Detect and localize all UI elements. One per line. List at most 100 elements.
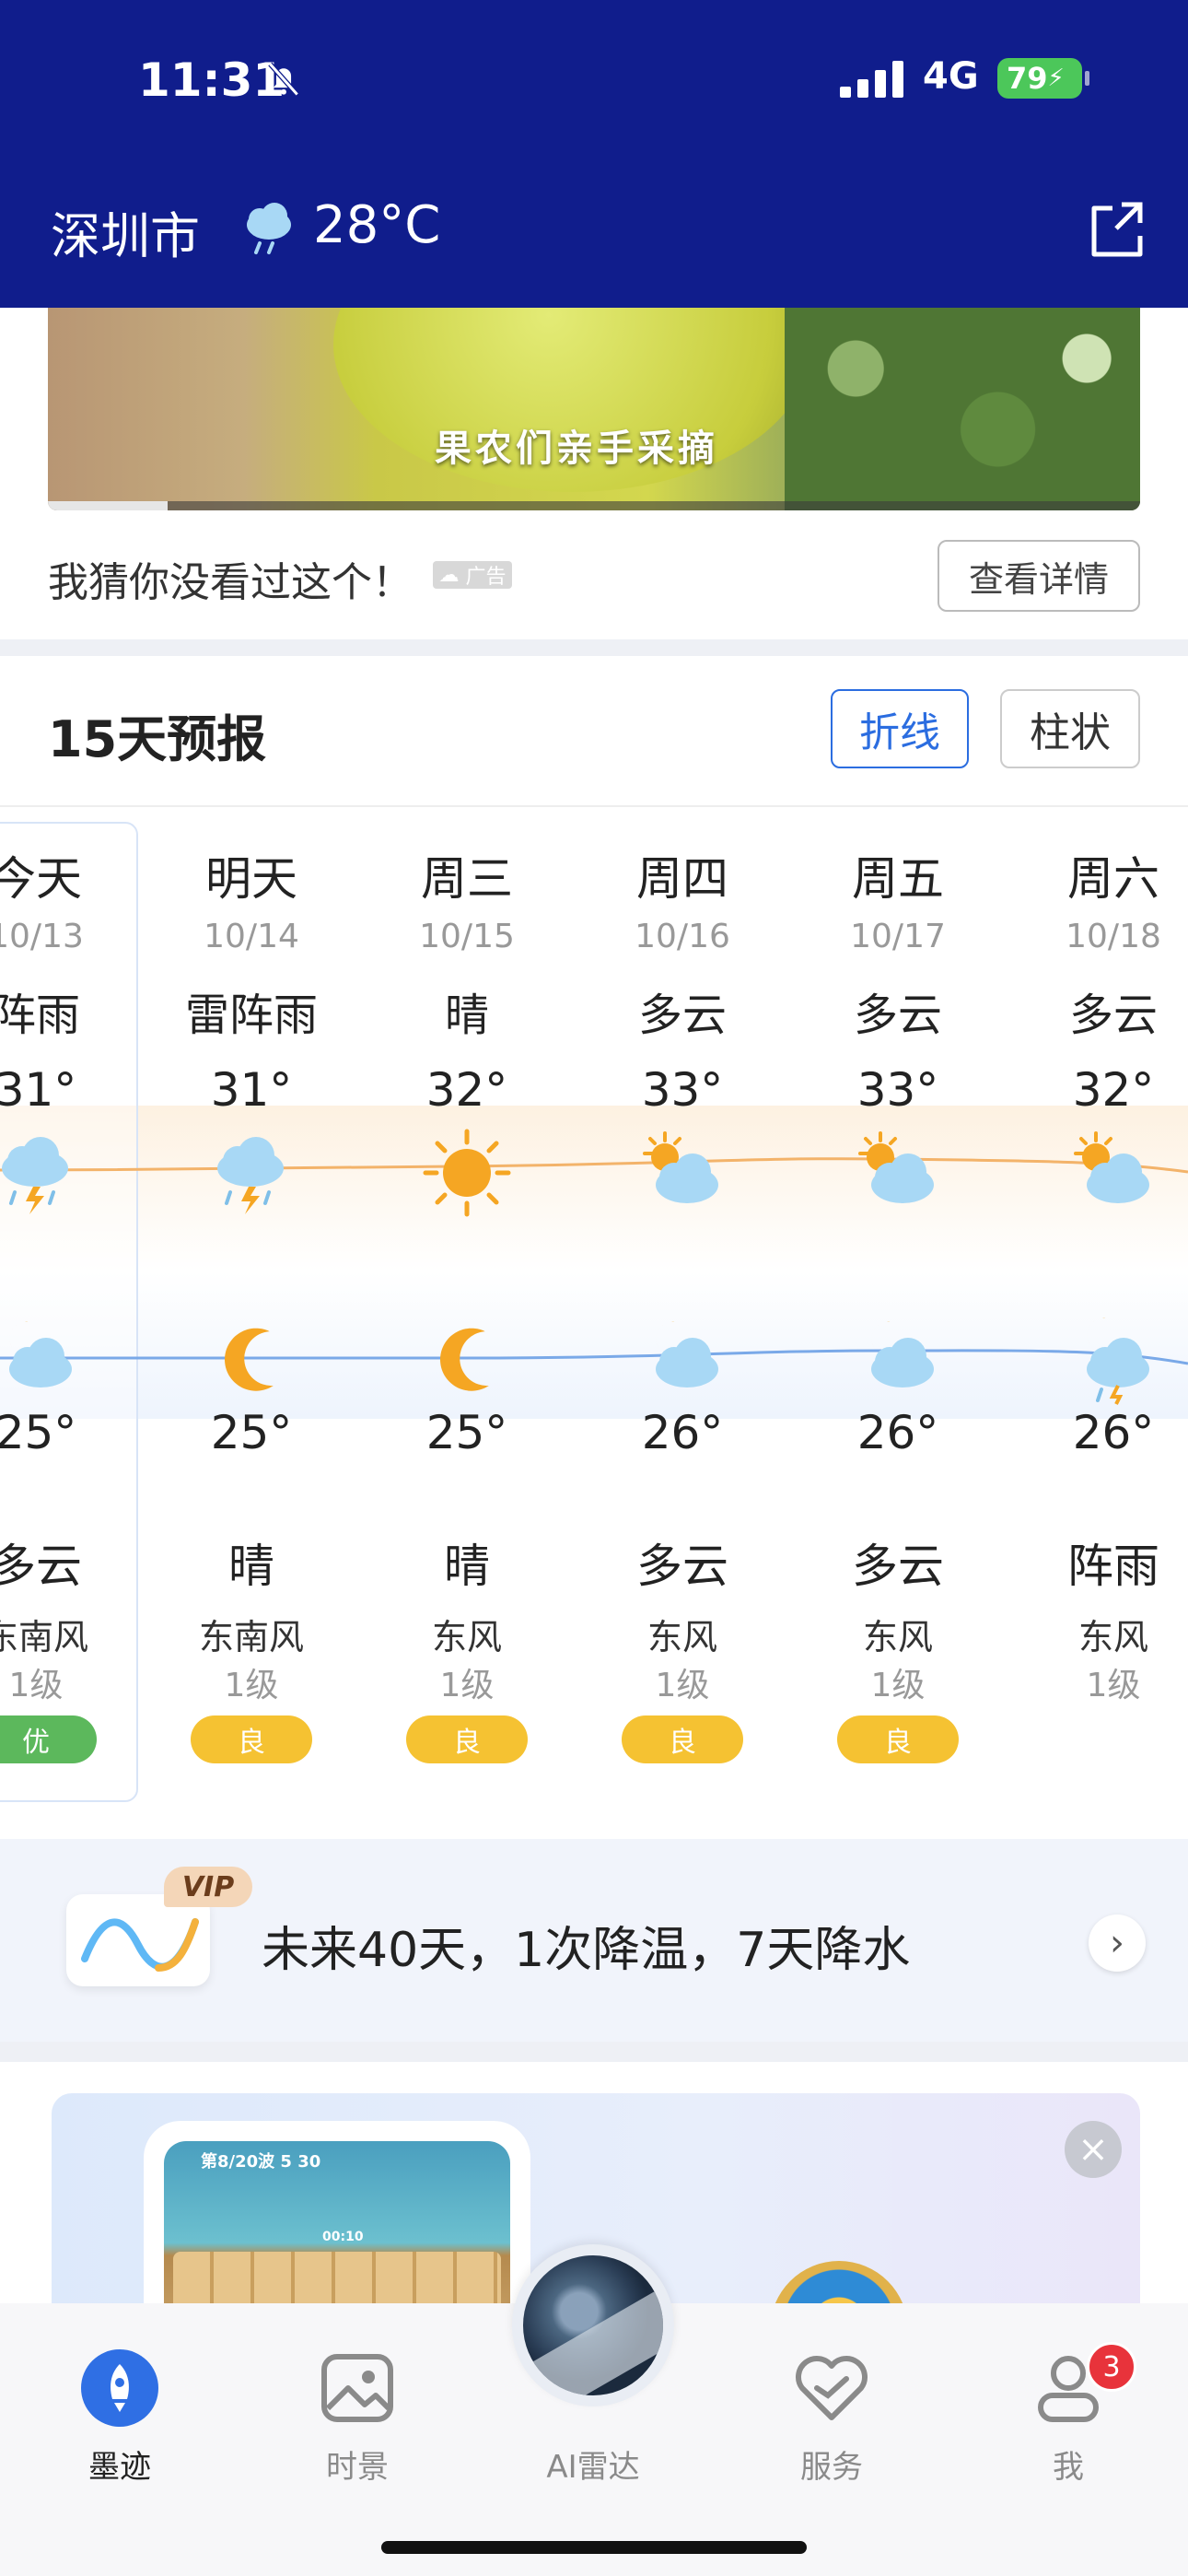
tab-label: 墨迹 — [88, 2449, 151, 2486]
ad-text[interactable]: 我猜你没看过这个！ — [48, 549, 413, 608]
tab-scenes[interactable]: 时景 — [284, 2348, 431, 2487]
tab-label: 服务 — [800, 2449, 863, 2486]
ad-video[interactable]: 果农们亲手采摘 — [48, 308, 1140, 510]
date: 10/14 — [204, 918, 299, 955]
current-temperature: 28°C — [313, 195, 441, 255]
weekday: 周三 — [421, 852, 513, 906]
low-temp: 25° — [210, 1406, 293, 1459]
partly-cloudy-icon — [1065, 1124, 1162, 1222]
night-condition: 多云 — [0, 1540, 82, 1593]
tab-moji[interactable]: 墨迹 — [46, 2348, 193, 2487]
night-rain-icon — [1065, 1308, 1162, 1406]
day-condition: 多云 — [1068, 989, 1158, 1041]
low-temp: 25° — [0, 1406, 77, 1459]
weekday: 周五 — [852, 852, 944, 906]
game-hud: 第8/20波 5 30 — [201, 2152, 321, 2172]
radar-icon — [523, 2255, 663, 2395]
ad-tag: ☁ 广告 — [433, 561, 512, 589]
notification-badge: 3 — [1087, 2342, 1136, 2392]
sun-icon — [418, 1124, 516, 1222]
network-type: 4G — [923, 55, 979, 98]
aqi-badge: 良 — [406, 1715, 528, 1763]
view-details-button[interactable]: 查看详情 — [938, 540, 1140, 612]
wind-direction: 东南风 — [198, 1617, 304, 1657]
close-icon[interactable]: × — [1065, 2121, 1122, 2178]
day-condition: 阵雨 — [0, 989, 80, 1041]
section-divider — [0, 639, 1188, 656]
night-condition: 晴 — [228, 1540, 274, 1593]
aqi-badge: 良 — [837, 1715, 959, 1763]
high-temp: 32° — [1072, 1063, 1155, 1117]
wind-direction: 东风 — [431, 1617, 502, 1657]
vip-badge: VIP — [164, 1867, 252, 1907]
divider — [0, 805, 1188, 807]
trend-chart-icon — [66, 1894, 210, 1986]
wind-direction: 东风 — [646, 1617, 717, 1657]
wind-level: 1级 — [224, 1667, 279, 1704]
moon-icon — [203, 1308, 300, 1406]
chevron-right-icon[interactable]: › — [1089, 1914, 1146, 1972]
rocket-icon — [81, 2349, 158, 2427]
line-view-toggle[interactable]: 折线 — [831, 689, 969, 768]
wind-direction: 东风 — [862, 1617, 933, 1657]
partly-cloudy-night-icon — [634, 1308, 731, 1406]
date: 10/15 — [419, 918, 515, 955]
date: 10/13 — [0, 918, 84, 955]
wind-direction: 东风 — [1077, 1617, 1148, 1657]
tab-services[interactable]: 服务 — [758, 2348, 905, 2487]
partly-cloudy-icon — [634, 1124, 731, 1222]
weekday: 周四 — [636, 852, 728, 906]
day-condition: 多云 — [853, 989, 942, 1041]
low-temp: 26° — [641, 1406, 724, 1459]
tab-label: 我 — [1053, 2449, 1084, 2486]
wind-level: 1级 — [655, 1667, 710, 1704]
ai-radar-button[interactable] — [512, 2244, 674, 2406]
cellular-signal-icon — [840, 61, 903, 98]
weekday: 周六 — [1067, 852, 1159, 906]
status-bar: 11:31 4G 79 ⚡ — [0, 0, 1188, 162]
forecast-day-column[interactable]: 周四 10/16 多云 33° 26° 多云 东风 1级良 — [575, 811, 790, 1833]
partly-cloudy-night-icon — [0, 1308, 85, 1406]
date: 10/18 — [1066, 918, 1161, 955]
aqi-badge: 良 — [622, 1715, 743, 1763]
low-temp: 26° — [856, 1406, 939, 1459]
city-name[interactable]: 深圳市 — [51, 195, 200, 268]
video-progress-track — [48, 501, 1140, 510]
date: 10/17 — [850, 918, 946, 955]
cloud-rain-icon — [247, 203, 291, 254]
vip-summary-text: 未来40天，1次降温，7天降水 — [262, 1923, 911, 1978]
battery-level: 79 — [1007, 61, 1048, 96]
forecast-title: 15天预报 — [48, 710, 267, 768]
night-condition: 阵雨 — [1067, 1540, 1159, 1593]
forecast-day-column[interactable]: 今天 10/13 阵雨 31° 25° 多云东南风 1级优 — [0, 811, 144, 1833]
thunder-rain-icon — [203, 1124, 300, 1222]
moon-icon — [418, 1308, 516, 1406]
forecast-day-column[interactable]: 周三 10/15 晴 32° 25° 晴东风 1级良 — [359, 811, 575, 1833]
heart-service-icon — [796, 2356, 868, 2420]
forecast-day-column[interactable]: 周六 10/18 多云 32° 26° 阵雨 东风 1级 — [1006, 811, 1188, 1833]
high-temp: 31° — [0, 1063, 77, 1117]
forecast-days-scroller[interactable]: 今天 10/13 阵雨 31° 25° 多云东南风 1级优 明天 10/14 雷阵雨 31° 25° 晴… — [0, 811, 1188, 1833]
high-temp: 31° — [210, 1063, 293, 1117]
bar-view-toggle[interactable]: 柱状 — [1000, 689, 1140, 768]
day-condition: 多云 — [637, 989, 727, 1041]
wind-level: 1级 — [439, 1667, 495, 1704]
wind-direction: 东南风 — [0, 1617, 88, 1657]
weekday: 明天 — [205, 852, 297, 906]
date: 10/16 — [635, 918, 730, 955]
forecast-day-column[interactable]: 明天 10/14 雷阵雨 31° 25° 晴东南风 1级良 — [144, 811, 359, 1833]
day-condition: 雷阵雨 — [184, 989, 318, 1041]
wind-level: 1级 — [870, 1667, 926, 1704]
high-temp: 32° — [425, 1063, 508, 1117]
aqi-badge: 良 — [191, 1715, 312, 1763]
night-condition: 晴 — [444, 1540, 490, 1593]
thunder-rain-icon — [0, 1124, 85, 1222]
tab-ai-radar-label[interactable]: AI雷达 — [512, 2441, 674, 2487]
share-icon[interactable] — [1085, 197, 1149, 262]
tab-label: 时景 — [326, 2449, 389, 2486]
video-caption: 果农们亲手采摘 — [435, 427, 718, 470]
forecast-day-column[interactable]: 周五 10/17 多云 33° 26° 多云 东风 1级良 — [790, 811, 1006, 1833]
high-temp: 33° — [856, 1063, 939, 1117]
low-temp: 25° — [425, 1406, 508, 1459]
partly-cloudy-night-icon — [849, 1308, 947, 1406]
